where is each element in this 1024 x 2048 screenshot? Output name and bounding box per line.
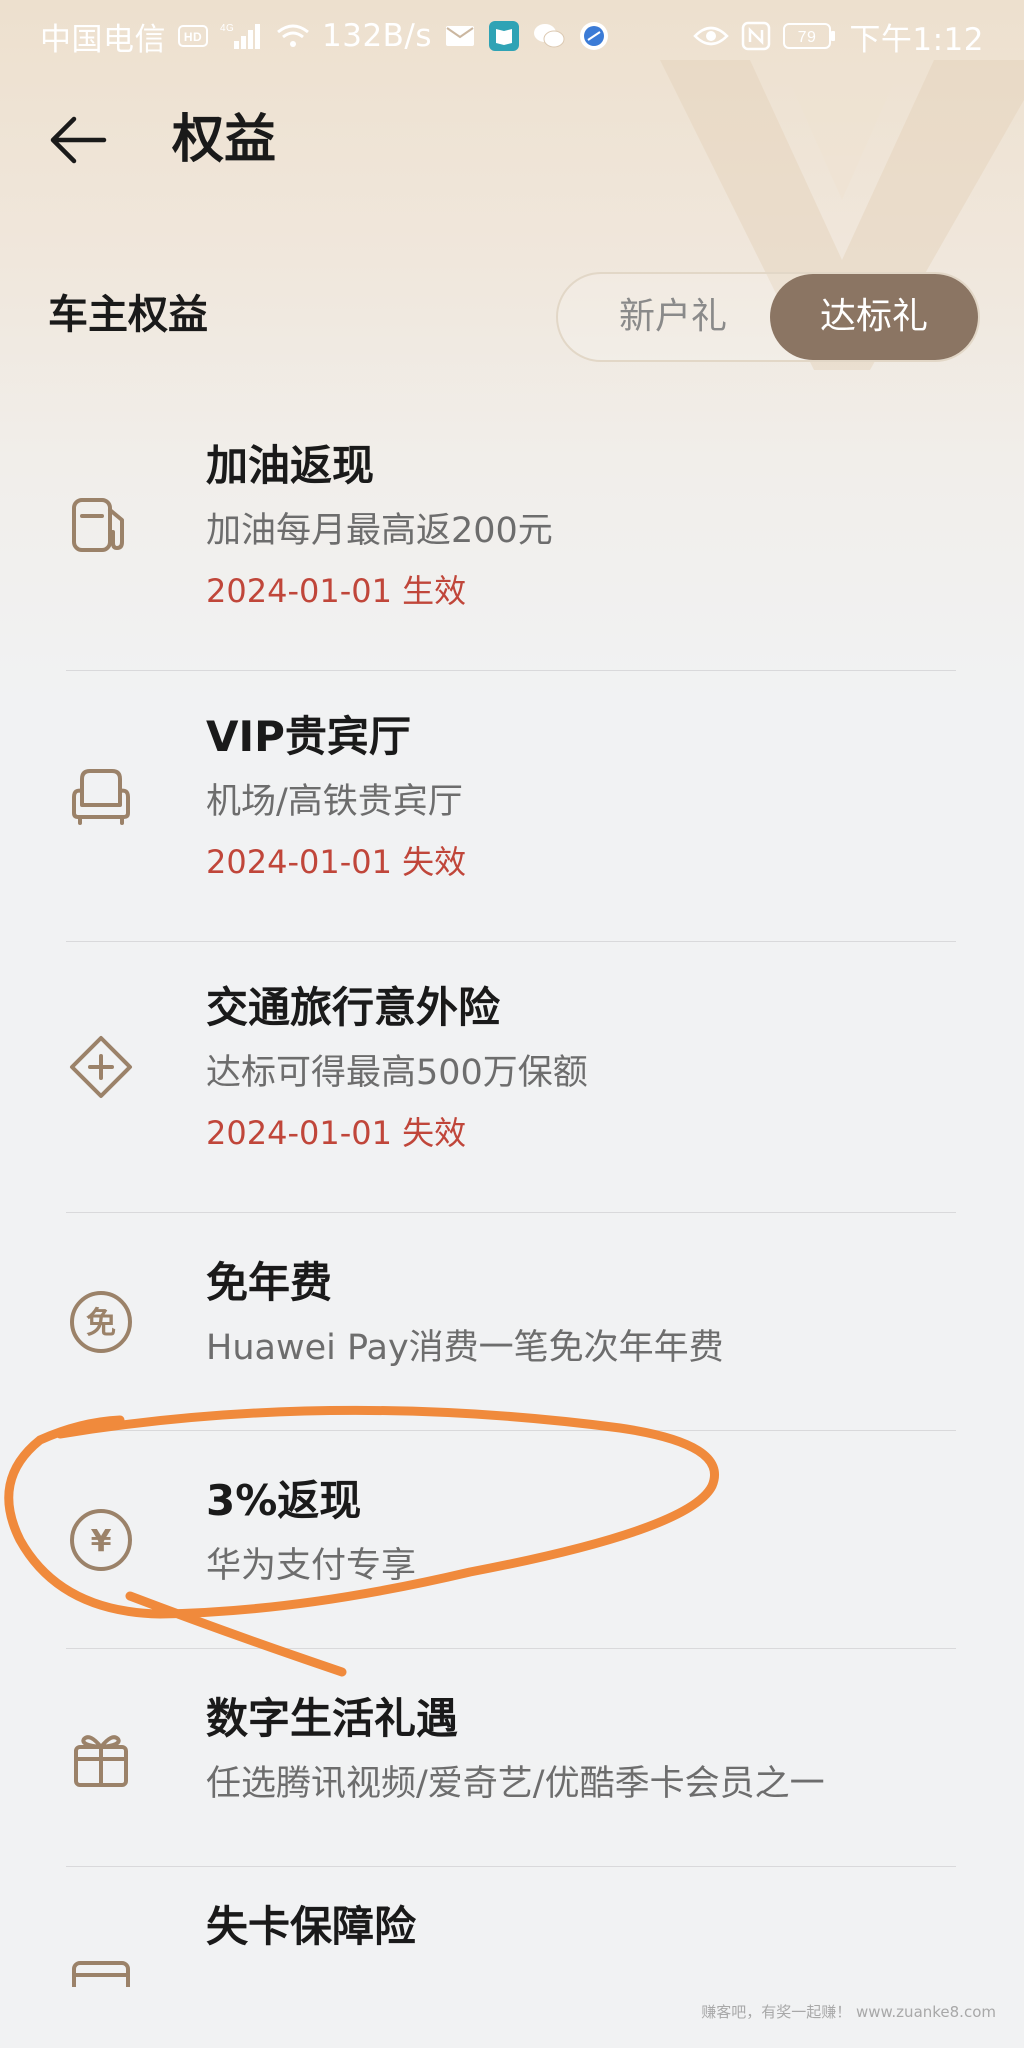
benefit-title: VIP贵宾厅 — [206, 712, 411, 761]
wechat-icon — [532, 21, 566, 51]
benefit-desc: 机场/高铁贵宾厅 — [206, 782, 463, 822]
benefit-desc: 加油每月最高返200元 — [206, 511, 553, 551]
header: 权益 — [0, 100, 1024, 180]
page-title: 权益 — [172, 110, 277, 170]
insurance-plus-icon — [66, 1032, 136, 1102]
benefit-title: 免年费 — [206, 1258, 333, 1307]
benefit-title: 交通旅行意外险 — [206, 983, 501, 1032]
svg-text:4G: 4G — [220, 23, 234, 34]
yuan-coin-icon: ¥ — [66, 1505, 136, 1575]
svg-text:HD: HD — [184, 30, 202, 44]
benefit-title: 3%返现 — [206, 1476, 362, 1525]
armchair-icon — [66, 761, 136, 831]
benefit-desc: Huawei Pay消费一笔免次年年费 — [206, 1328, 724, 1368]
network-speed: 132B/s — [322, 18, 433, 54]
arrow-left-icon — [50, 116, 107, 164]
tab-target-gift[interactable]: 达标礼 — [770, 274, 978, 360]
wifi-icon — [276, 23, 310, 49]
waiver-icon: 免 — [66, 1287, 136, 1357]
benefits-list: 加油返现 加油每月最高返200元 2024-01-01 生效 VIP贵宾厅 机场… — [66, 400, 956, 1987]
benefit-item-vip-lounge[interactable]: VIP贵宾厅 机场/高铁贵宾厅 2024-01-01 失效 — [66, 671, 956, 942]
section-title: 车主权益 — [48, 292, 208, 338]
benefit-desc: 华为支付专享 — [206, 1546, 417, 1586]
tab-new-customer-gift[interactable]: 新户礼 — [578, 274, 768, 360]
nfc-icon — [741, 21, 771, 51]
benefit-desc: 任选腾讯视频/爱奇艺/优酷季卡会员之一 — [206, 1764, 825, 1804]
benefit-item-fuel-cashback[interactable]: 加油返现 加油每月最高返200元 2024-01-01 生效 — [66, 400, 956, 671]
benefit-title: 失卡保障险 — [206, 1902, 417, 1951]
benefit-item-lost-card-insurance[interactable]: 失卡保障险 — [66, 1867, 956, 1987]
clock: 下午1:12 — [849, 21, 984, 58]
benefit-date: 2024-01-01 失效 — [206, 843, 467, 881]
benefit-date: 2024-01-01 生效 — [206, 572, 467, 610]
benefit-desc: 达标可得最高500万保额 — [206, 1053, 588, 1093]
benefit-item-digital-life[interactable]: 数字生活礼遇 任选腾讯视频/爱奇艺/优酷季卡会员之一 — [66, 1649, 956, 1867]
svg-text:¥: ¥ — [91, 1524, 112, 1559]
card-icon — [66, 1949, 136, 1987]
fuel-pump-icon — [66, 490, 136, 560]
book-app-icon — [488, 20, 520, 52]
eye-icon — [693, 24, 730, 48]
benefit-date: 2024-01-01 失效 — [206, 1114, 467, 1152]
watermark: 赚客吧，有奖一起赚！ www.zuanke8.com — [701, 2003, 996, 2021]
gift-icon — [66, 1723, 136, 1793]
benefit-item-annual-fee-waiver[interactable]: 免 免年费 Huawei Pay消费一笔免次年年费 — [66, 1213, 956, 1431]
benefit-item-travel-insurance[interactable]: 交通旅行意外险 达标可得最高500万保额 2024-01-01 失效 — [66, 942, 956, 1213]
benefit-title: 数字生活礼遇 — [206, 1694, 459, 1743]
back-button[interactable] — [46, 108, 110, 172]
benefit-item-cashback-3pct[interactable]: ¥ 3%返现 华为支付专享 — [66, 1431, 956, 1649]
benefit-title: 加油返现 — [206, 441, 375, 490]
svg-text:免: 免 — [86, 1306, 116, 1341]
browser-icon — [578, 20, 610, 52]
battery-icon: 79 — [783, 22, 837, 50]
status-bar: 中国电信 HD 4G 132B/s 79 下午1:12 — [0, 0, 1024, 72]
signal-icon: 4G — [220, 21, 264, 51]
svg-text:79: 79 — [798, 29, 817, 46]
hd-icon: HD — [178, 24, 208, 48]
mail-icon — [444, 22, 476, 50]
tab-switcher: 新户礼 达标礼 — [556, 272, 980, 362]
carrier-label: 中国电信 — [40, 21, 166, 58]
